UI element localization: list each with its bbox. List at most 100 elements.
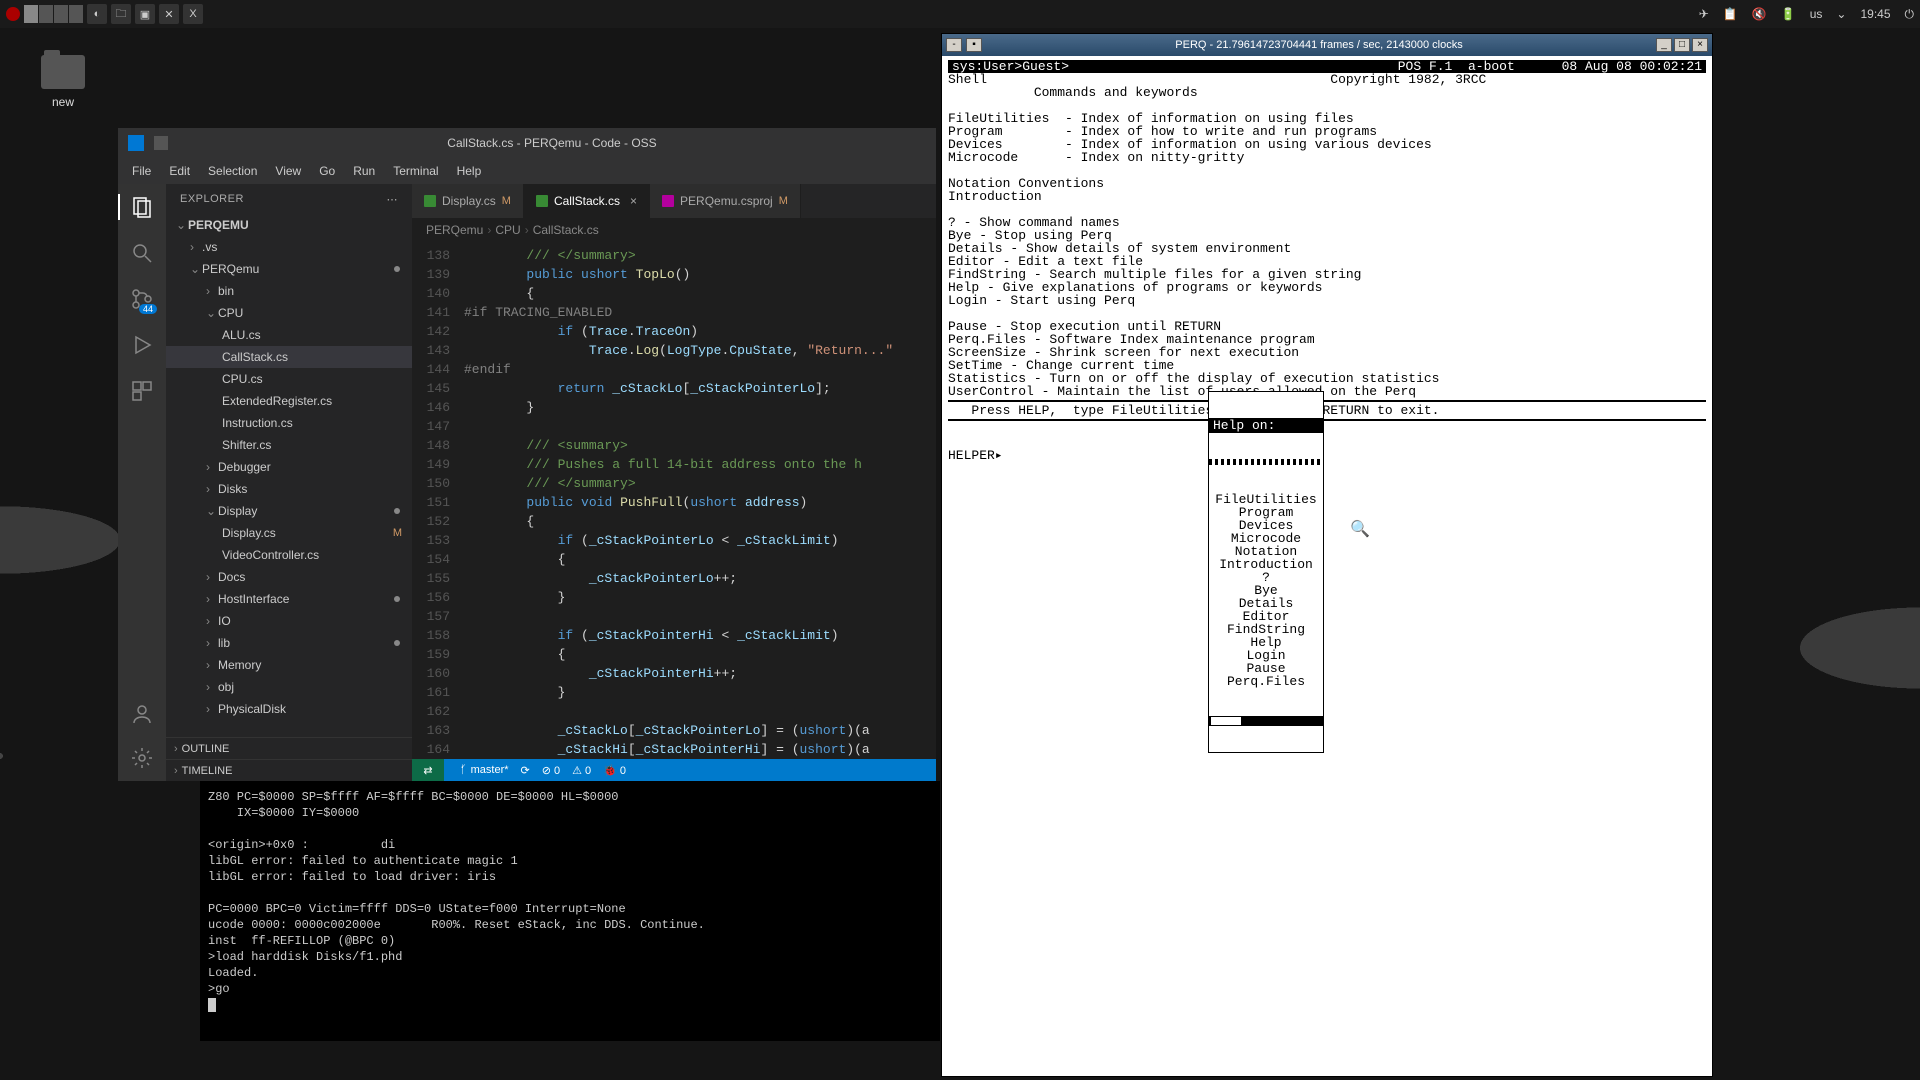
tree-instr[interactable]: Instruction.cs [166, 412, 412, 434]
menu-go[interactable]: Go [311, 161, 343, 181]
status-branch[interactable]: ᚶ master* [460, 764, 509, 776]
activity-settings-icon[interactable] [129, 745, 155, 771]
perq-window: - ▪ PERQ - 21.79614723704441 frames / se… [941, 33, 1713, 1077]
menu-terminal[interactable]: Terminal [385, 161, 446, 181]
tray-battery-icon[interactable]: 🔋 [1781, 7, 1796, 21]
perq-status-line: sys:User>Guest>POS F.1 a-boot 08 Aug 08 … [948, 60, 1706, 73]
status-debug-count[interactable]: 🐞 0 [603, 764, 626, 777]
code-content[interactable]: /// </summary> public ushort TopLo() { #… [464, 242, 936, 759]
csharp-file-icon [424, 195, 436, 207]
tree-docs[interactable]: Docs [166, 566, 412, 588]
minimize-button[interactable]: _ [1656, 38, 1672, 52]
breadcrumb[interactable]: PERQemu› CPU› CallStack.cs [412, 218, 936, 242]
activity-extensions-icon[interactable] [129, 378, 155, 404]
tree-obj[interactable]: obj [166, 676, 412, 698]
tree-vs[interactable]: .vs [166, 236, 412, 258]
perq-cmds-header: Commands and keywords [1034, 85, 1198, 100]
folder-icon [41, 55, 85, 89]
tree-display[interactable]: Display [166, 500, 412, 522]
explorer-header: EXPLORER ⋯ [166, 184, 412, 214]
tray-keyboard-layout[interactable]: us [1810, 7, 1823, 21]
taskbar-app-term[interactable]: ▣ [135, 4, 155, 24]
menu-selection[interactable]: Selection [200, 161, 265, 181]
tree-lib[interactable]: lib [166, 632, 412, 654]
editor-area: Display.csM CallStack.cs× PERQemu.csproj… [412, 184, 936, 781]
menu-help[interactable]: Help [449, 161, 490, 181]
tree-cpucs[interactable]: CPU.cs [166, 368, 412, 390]
taskbar-app-1[interactable]: ◐ [87, 4, 107, 24]
status-warnings[interactable]: ⚠ 0 [572, 764, 591, 777]
code-editor[interactable]: 138 139 140 141 142 143 144 145 146 147 … [412, 242, 936, 759]
perq-screen[interactable]: sys:User>Guest>POS F.1 a-boot 08 Aug 08 … [942, 56, 1712, 1076]
perq-titlebar[interactable]: - ▪ PERQ - 21.79614723704441 frames / se… [942, 34, 1712, 56]
activity-debug-icon[interactable] [129, 332, 155, 358]
tray-clock[interactable]: 19:45 [1860, 7, 1890, 21]
vscode-menubar: File Edit Selection View Go Run Terminal… [118, 158, 936, 184]
maximize-button[interactable]: □ [1674, 38, 1690, 52]
menu-run[interactable]: Run [345, 161, 383, 181]
activity-search-icon[interactable] [129, 240, 155, 266]
explorer-more-icon[interactable]: ⋯ [387, 193, 399, 206]
vscode-titlebar[interactable]: CallStack.cs - PERQemu - Code - OSS [118, 128, 936, 158]
activity-scm-icon[interactable]: 44 [129, 286, 155, 312]
close-button[interactable]: × [1692, 38, 1708, 52]
activity-explorer-icon[interactable] [129, 194, 155, 220]
terminal-cursor [208, 998, 216, 1012]
tree-debugger[interactable]: Debugger [166, 456, 412, 478]
help-popup: Help on: FileUtilitiesProgramDevicesMicr… [1208, 391, 1324, 753]
perq-shell-label: Shell [948, 72, 987, 87]
tree-memory[interactable]: Memory [166, 654, 412, 676]
editor-tabs: Display.csM CallStack.cs× PERQemu.csproj… [412, 184, 936, 218]
tree-io[interactable]: IO [166, 610, 412, 632]
help-popup-border [1209, 459, 1323, 465]
workspace-pager[interactable] [24, 5, 83, 23]
tab-csproj[interactable]: PERQemu.csprojM [650, 184, 801, 218]
tree-hostif[interactable]: HostInterface [166, 588, 412, 610]
status-errors[interactable]: ⊘ 0 [542, 764, 560, 777]
perq-title: PERQ - 21.79614723704441 frames / sec, 2… [986, 39, 1652, 51]
timeline-section[interactable]: TIMELINE [166, 759, 412, 781]
file-tree: PERQEMU .vs PERQemu bin CPU ALU.cs CallS… [166, 214, 412, 737]
magnifier-cursor-icon: 🔍 [1350, 524, 1370, 537]
tree-shifter[interactable]: Shifter.cs [166, 434, 412, 456]
app-menu-icon[interactable] [6, 7, 20, 21]
tree-extreg[interactable]: ExtendedRegister.cs [166, 390, 412, 412]
status-sync[interactable]: ⟳ [521, 764, 530, 777]
tree-displaycs[interactable]: Display.csM [166, 522, 412, 544]
perq-prompt-line: Press HELP, type FileUtilitiesme, or pre… [948, 403, 1439, 418]
tree-perqemu[interactable]: PERQemu [166, 258, 412, 280]
tree-disks[interactable]: Disks [166, 478, 412, 500]
remote-button[interactable]: ⇄ [412, 759, 444, 781]
help-item[interactable]: Perq.Files [1209, 675, 1323, 688]
taskbar-app-code[interactable]: ✕ [159, 4, 179, 24]
menu-file[interactable]: File [124, 161, 159, 181]
outline-section[interactable]: OUTLINE [166, 737, 412, 759]
tray-volume-icon[interactable]: 🔇 [1752, 7, 1767, 21]
desktop-folder-new[interactable]: new [28, 55, 98, 109]
tree-alu[interactable]: ALU.cs [166, 324, 412, 346]
tab-callstack[interactable]: CallStack.cs× [524, 184, 650, 218]
tree-physdisk[interactable]: PhysicalDisk [166, 698, 412, 720]
close-icon[interactable]: × [630, 194, 637, 208]
tree-videoctrl[interactable]: VideoController.cs [166, 544, 412, 566]
terminal-panel[interactable]: Z80 PC=$0000 SP=$ffff AF=$ffff BC=$0000 … [200, 781, 940, 1041]
tray-telegram-icon[interactable]: ✈ [1699, 7, 1709, 21]
menu-edit[interactable]: Edit [161, 161, 198, 181]
tab-display[interactable]: Display.csM [412, 184, 524, 218]
window-pin-icon[interactable]: ▪ [966, 38, 982, 52]
tree-bin[interactable]: bin [166, 280, 412, 302]
window-menu-icon[interactable]: - [946, 38, 962, 52]
tray-clipboard-icon[interactable]: 📋 [1723, 7, 1738, 21]
tray-power-icon[interactable]: ⏻ [1905, 7, 1915, 22]
layout-grid-icon[interactable] [154, 136, 168, 150]
desktop-folder-label: new [28, 95, 98, 109]
activity-account-icon[interactable] [129, 701, 155, 727]
tree-cpu[interactable]: CPU [166, 302, 412, 324]
tray-dropdown-icon[interactable]: ⌄ [1836, 7, 1846, 21]
taskbar-app-perq[interactable]: X [183, 4, 203, 24]
menu-view[interactable]: View [267, 161, 309, 181]
help-popup-scrollbar[interactable] [1209, 716, 1323, 726]
tree-callstack[interactable]: CallStack.cs [166, 346, 412, 368]
tree-root[interactable]: PERQEMU [166, 214, 412, 236]
taskbar-app-files[interactable]: 🗀 [111, 4, 131, 24]
